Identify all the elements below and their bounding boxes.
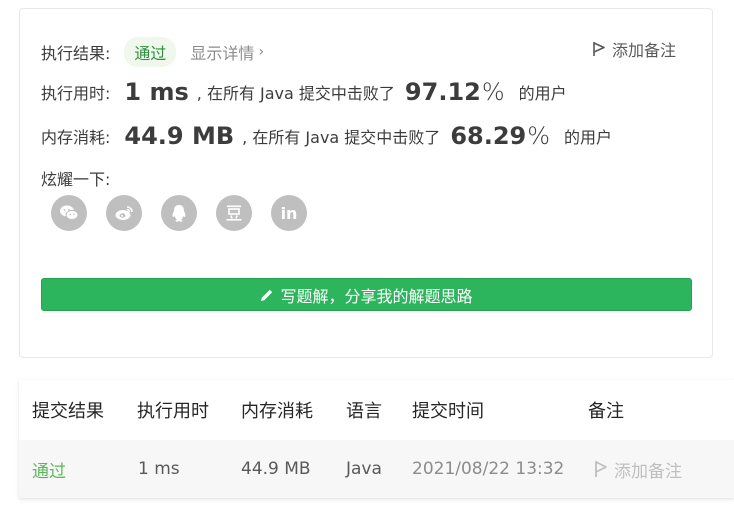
header-memory: 内存消耗 [241,401,313,422]
memory-percent-sign: % [527,122,551,150]
runtime-beat-text: , 在所有 Java 提交中击败了 [196,84,395,103]
runtime-percent: 97.12 [404,78,481,106]
row-add-note-button[interactable]: 添加备注 [594,440,682,498]
header-note: 备注 [588,401,624,422]
douban-icon[interactable] [216,195,252,231]
memory-percent: 68.29 [450,122,527,150]
share-row: 炫耀一下: [41,166,110,190]
show-details-link[interactable]: 显示详情 › [190,40,264,64]
memory-value: 44.9 MB [124,122,235,150]
flag-icon [593,42,605,56]
qq-icon[interactable] [161,195,197,231]
result-status-badge: 通过 [124,37,177,67]
add-note-label: 添加备注 [611,41,676,60]
runtime-row: 执行用时: 1 ms , 在所有 Java 提交中击败了 97.12 % 的用户 [41,78,567,106]
row-add-note-label: 添加备注 [614,461,682,482]
row-runtime: 1 ms [138,459,180,479]
runtime-label: 执行用时: [41,84,111,103]
row-submit-time: 2021/08/22 13:32 [412,459,565,479]
flag-icon [595,461,607,477]
runtime-percent-sign: % [481,78,505,106]
show-details-label: 显示详情 [190,44,255,63]
write-solution-button[interactable]: 写题解，分享我的解题思路 [41,278,692,311]
submission-table: 提交结果 执行用时 内存消耗 语言 提交时间 备注 通过 1 ms 44.9 M… [19,380,734,498]
result-label: 执行结果: [41,44,111,63]
chevron-right-icon: › [258,44,265,60]
add-note-button[interactable]: 添加备注 [592,37,676,61]
header-submit-time: 提交时间 [412,401,484,422]
submission-result-card: 执行结果: 通过 显示详情 › 添加备注 执行用时: 1 ms , 在所有 Ja… [19,8,713,358]
table-header-row: 提交结果 执行用时 内存消耗 语言 提交时间 备注 [19,380,734,440]
write-solution-label: 写题解，分享我的解题思路 [280,286,473,306]
share-icons: in [51,195,326,231]
memory-row: 内存消耗: 44.9 MB , 在所有 Java 提交中击败了 68.29 % … [41,122,612,150]
memory-label: 内存消耗: [41,128,111,147]
table-row: 通过 1 ms 44.9 MB Java 2021/08/22 13:32 添加… [19,440,734,498]
runtime-tail: 的用户 [518,84,567,103]
wechat-icon[interactable] [51,195,87,231]
share-label: 炫耀一下: [41,170,111,189]
runtime-value: 1 ms [124,78,189,106]
row-language: Java [346,459,382,479]
result-row: 执行结果: 通过 显示详情 › [41,37,264,67]
memory-beat-text: , 在所有 Java 提交中击败了 [242,128,441,147]
header-language: 语言 [346,401,382,422]
linkedin-icon[interactable]: in [271,195,307,231]
header-runtime: 执行用时 [137,401,209,422]
row-result-link[interactable]: 通过 [32,440,66,498]
weibo-icon[interactable] [106,195,142,231]
memory-tail: 的用户 [564,128,613,147]
pencil-icon [261,289,273,301]
header-result: 提交结果 [32,401,104,422]
row-memory: 44.9 MB [241,459,311,479]
